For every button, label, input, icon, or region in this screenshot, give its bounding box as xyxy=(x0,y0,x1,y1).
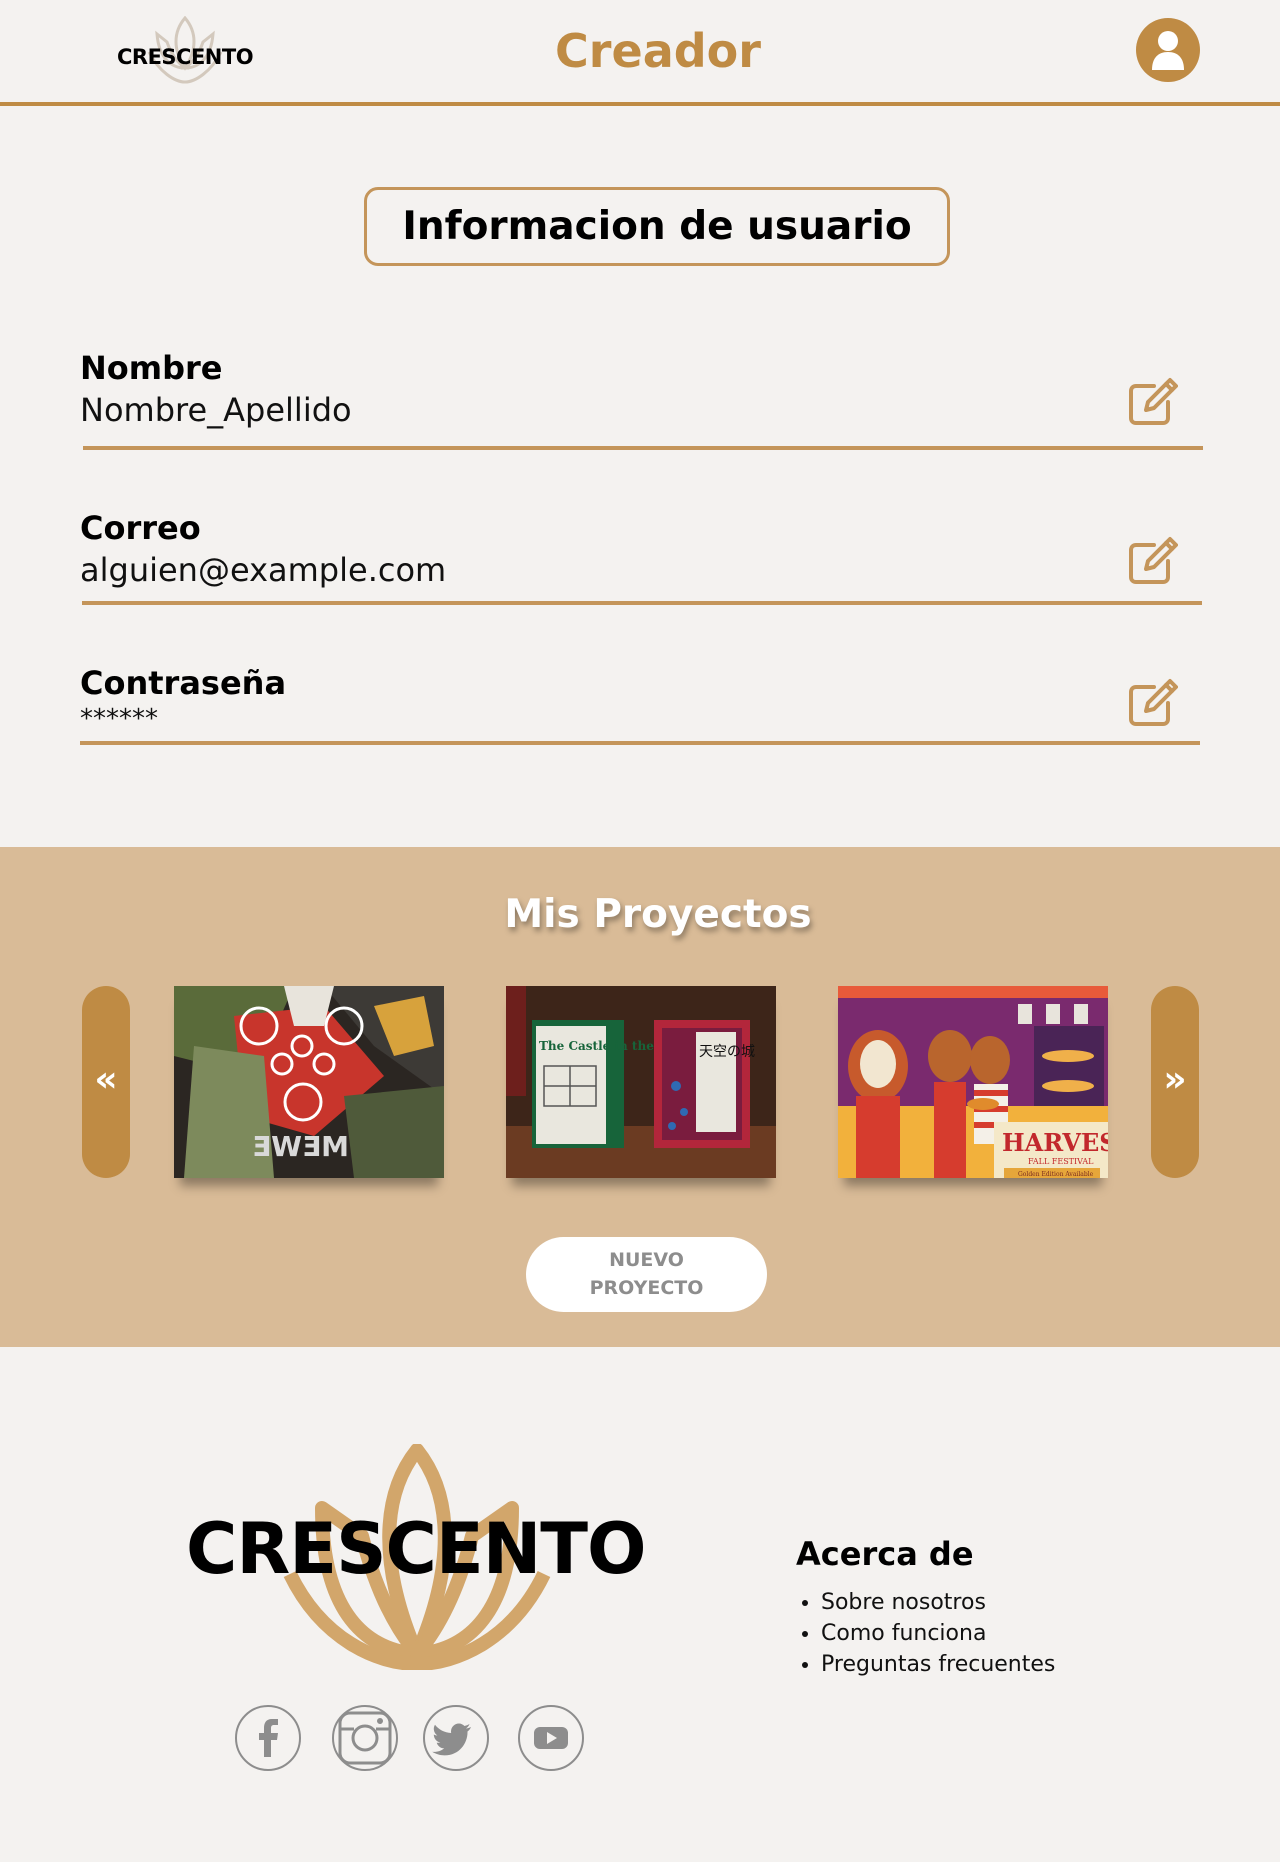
project-thumbnail-2[interactable]: The Castle in the Sky 天空の城 xyxy=(506,986,776,1178)
edit-name-button[interactable] xyxy=(1128,376,1178,426)
password-field: Contraseña ****** xyxy=(80,663,1200,751)
project-cover-cards-image: The Castle in the Sky 天空の城 xyxy=(506,986,776,1178)
instagram-button[interactable] xyxy=(332,1705,398,1771)
svg-text:HARVEST: HARVEST xyxy=(1002,1128,1108,1157)
password-field-label: Contraseña xyxy=(80,664,287,702)
edit-email-button[interactable] xyxy=(1128,535,1178,585)
about-link-sobre-nosotros[interactable]: Sobre nosotros xyxy=(821,1587,1055,1618)
password-field-underline xyxy=(80,741,1200,745)
youtube-icon xyxy=(534,1727,568,1749)
new-project-button-line2: PROYECTO xyxy=(589,1277,704,1299)
edit-password-button[interactable] xyxy=(1128,677,1178,727)
carousel-prev-button[interactable]: « xyxy=(82,986,130,1178)
about-link-preguntas-frecuentes[interactable]: Preguntas frecuentes xyxy=(821,1649,1055,1680)
project-thumbnail-3[interactable]: HARVEST FALL FESTIVAL Golden Edition Ava… xyxy=(838,986,1108,1178)
youtube-button[interactable] xyxy=(518,1705,584,1771)
name-field-label: Nombre xyxy=(80,349,223,387)
carousel-next-button[interactable]: » xyxy=(1151,986,1199,1178)
projects-section: Mis Proyectos « ƎWƎM The Castle in the S… xyxy=(0,847,1280,1347)
top-header: CRESCENTO Creador xyxy=(0,0,1280,106)
edit-icon xyxy=(1129,378,1178,425)
facebook-button[interactable] xyxy=(235,1705,301,1771)
about-link-como-funciona[interactable]: Como funciona xyxy=(821,1618,1055,1649)
new-project-button-line1: NUEVO xyxy=(609,1249,684,1271)
email-field-label: Correo xyxy=(80,509,201,547)
facebook-icon xyxy=(259,1719,278,1757)
email-field-value: alguien@example.com xyxy=(80,551,447,589)
twitter-icon xyxy=(432,1723,471,1756)
email-field-underline xyxy=(82,601,1202,605)
instagram-icon xyxy=(338,1711,392,1765)
footer-logo-text: CRESCENTO xyxy=(186,1508,647,1590)
about-links-list: Sobre nosotros Como funciona Preguntas f… xyxy=(821,1587,1055,1680)
project-cover-comic-image: ƎWƎM xyxy=(174,986,444,1178)
user-icon xyxy=(1152,31,1184,70)
user-profile-button[interactable] xyxy=(1136,18,1200,82)
email-field: Correo alguien@example.com xyxy=(80,508,1202,610)
svg-text:Golden Edition Available: Golden Edition Available xyxy=(1018,1171,1094,1178)
projects-title: Mis Proyectos xyxy=(504,892,812,937)
name-field: Nombre Nombre_Apellido xyxy=(80,348,1203,454)
password-field-value: ****** xyxy=(80,704,158,734)
svg-text:天空の城: 天空の城 xyxy=(699,1044,755,1060)
project-cover-harvest-image: HARVEST FALL FESTIVAL Golden Edition Ava… xyxy=(838,986,1108,1178)
new-project-button[interactable]: NUEVO PROYECTO xyxy=(526,1237,767,1312)
project-thumbnail-1[interactable]: ƎWƎM xyxy=(174,986,444,1178)
footer-logo: CRESCENTO xyxy=(186,1444,647,1670)
svg-text:FALL FESTIVAL: FALL FESTIVAL xyxy=(1028,1157,1094,1166)
user-info-section-title: Informacion de usuario xyxy=(364,187,950,266)
svg-text:ƎWƎM: ƎWƎM xyxy=(252,1130,349,1163)
page-title: Creador xyxy=(555,24,761,78)
twitter-button[interactable] xyxy=(423,1705,489,1771)
name-field-value: Nombre_Apellido xyxy=(80,391,352,429)
name-field-underline xyxy=(83,446,1203,450)
about-title: Acerca de xyxy=(796,1535,974,1573)
edit-icon xyxy=(1129,679,1178,726)
edit-icon xyxy=(1129,537,1178,584)
